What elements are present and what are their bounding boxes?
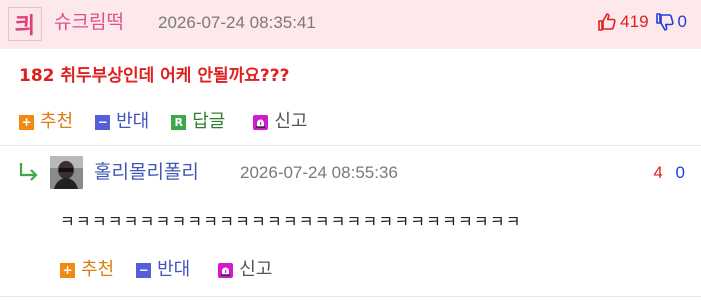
vote-counts: 419 0	[597, 11, 687, 33]
reply-report-button[interactable]: 신고	[218, 258, 272, 282]
reply-arrow-icon	[19, 163, 38, 181]
thumb-up-icon	[598, 13, 616, 31]
plus-icon: +	[19, 114, 34, 130]
oppose-label: 반대	[116, 111, 150, 132]
reply-icon: R	[171, 114, 187, 130]
reply-recommend-button[interactable]: + 추천	[60, 258, 114, 282]
recommend-label: 추천	[81, 259, 115, 280]
reply-vote-counts: 4 0	[653, 162, 685, 184]
reply-button[interactable]: R 답글	[171, 110, 225, 134]
reply-author[interactable]: 홀리몰리폴리	[94, 160, 199, 184]
siren-icon	[218, 262, 234, 278]
reply-up-count: 4	[653, 163, 663, 182]
comment-actions: + 추천 − 반대 R 답글 신고	[19, 110, 330, 134]
recommend-label: 추천	[40, 111, 74, 132]
oppose-button[interactable]: − 반대	[95, 110, 149, 134]
report-label: 신고	[239, 259, 273, 280]
reply-down-count: 0	[675, 163, 685, 182]
oppose-label: 반대	[157, 259, 191, 280]
reply-avatar[interactable]	[50, 156, 83, 189]
plus-icon: +	[60, 262, 75, 278]
comment-date: 2026-07-24 08:35:41	[158, 13, 316, 32]
comment-author[interactable]: 슈크림떡	[54, 10, 124, 34]
siren-icon	[253, 114, 269, 130]
divider	[0, 145, 701, 146]
reply-label: 답글	[192, 111, 226, 132]
reply-text: ㅋㅋㅋㅋㅋㅋㅋㅋㅋㅋㅋㅋㅋㅋㅋㅋㅋㅋㅋㅋㅋㅋㅋㅋㅋㅋㅋㅋㅋ	[60, 212, 522, 231]
avatar[interactable]: 킈	[8, 7, 42, 41]
divider	[0, 296, 701, 297]
recommend-button[interactable]: + 추천	[19, 110, 73, 134]
minus-icon: −	[136, 262, 152, 278]
up-count: 419	[620, 12, 649, 31]
comment-header: 킈 슈크림떡 2026-07-24 08:35:41 419 0	[0, 0, 701, 49]
reply-date: 2026-07-24 08:55:36	[240, 163, 398, 182]
thumb-down-icon	[655, 13, 674, 31]
report-label: 신고	[274, 111, 308, 132]
report-button[interactable]: 신고	[253, 110, 308, 134]
reply-oppose-button[interactable]: − 반대	[136, 258, 190, 282]
reply-actions: + 추천 − 반대 신고	[60, 258, 294, 282]
minus-icon: −	[95, 114, 111, 130]
down-count: 0	[677, 12, 687, 31]
comment-title: 182 취두부상인데 어케 안될까요???	[19, 66, 290, 86]
